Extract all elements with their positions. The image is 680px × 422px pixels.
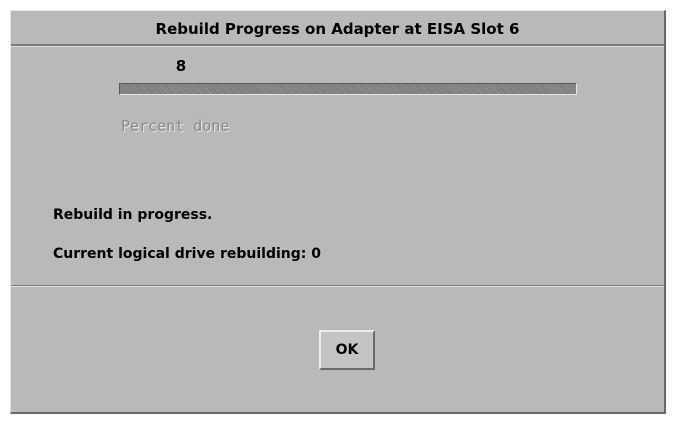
progress-bar — [119, 83, 577, 95]
progress-bar-fill — [120, 84, 576, 94]
ok-button[interactable]: OK — [319, 330, 375, 370]
rebuild-progress-dialog: Rebuild Progress on Adapter at EISA Slot… — [10, 10, 666, 414]
button-area-divider — [11, 285, 664, 287]
status-message: Rebuild in progress. — [53, 207, 213, 223]
progress-value-label: 8 — [175, 57, 187, 75]
current-drive-status: Current logical drive rebuilding: 0 — [53, 246, 321, 262]
progress-caption: Percent done — [121, 117, 230, 135]
dialog-title: Rebuild Progress on Adapter at EISA Slot… — [11, 11, 664, 46]
